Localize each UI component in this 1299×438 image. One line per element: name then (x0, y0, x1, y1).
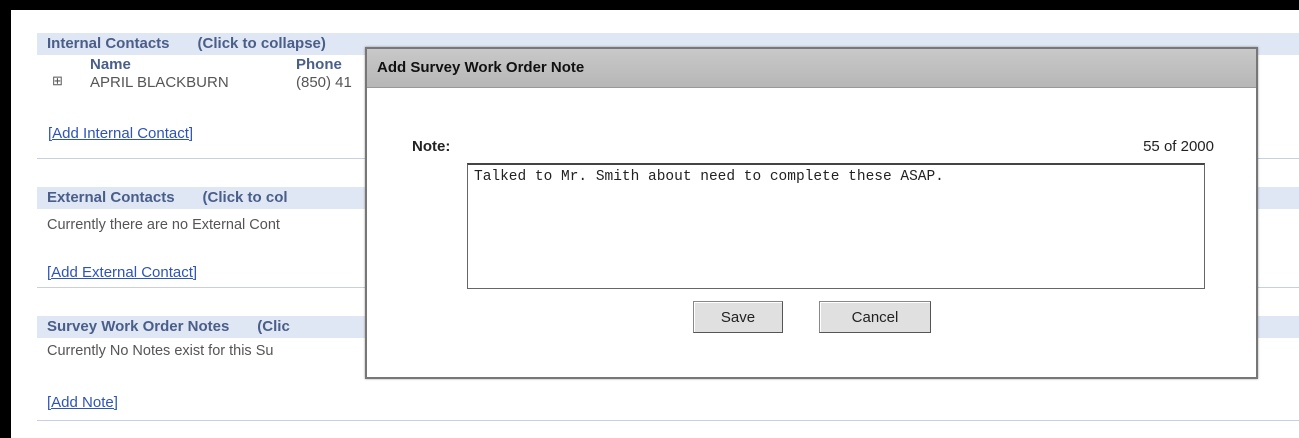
add-note-link[interactable]: [Add Note] (47, 394, 118, 411)
dialog-title: Add Survey Work Order Note (367, 49, 1256, 88)
character-counter: 55 of 2000 (1143, 138, 1214, 155)
column-name-header: Name (90, 56, 131, 73)
internal-contacts-title: Internal Contacts (47, 35, 170, 52)
notes-title: Survey Work Order Notes (47, 318, 230, 335)
collapse-toggle[interactable]: (Click to col (203, 189, 288, 206)
note-textarea[interactable]: Talked to Mr. Smith about need to comple… (467, 163, 1205, 289)
external-contacts-empty-text: Currently there are no External Cont (47, 217, 280, 233)
add-external-contact-link[interactable]: [Add External Contact] (47, 264, 197, 281)
expand-icon[interactable]: ⊞ (52, 73, 63, 89)
add-internal-contact-link[interactable]: [Add Internal Contact] (48, 125, 193, 142)
notes-empty-text: Currently No Notes exist for this Su (47, 343, 274, 359)
cancel-button[interactable]: Cancel (819, 301, 931, 333)
add-note-dialog: Add Survey Work Order Note Note: 55 of 2… (365, 47, 1258, 379)
save-button[interactable]: Save (693, 301, 783, 333)
contact-name: APRIL BLACKBURN (90, 74, 229, 91)
note-label: Note: (412, 138, 451, 155)
contact-phone: (850) 41 (296, 74, 352, 91)
external-contacts-title: External Contacts (47, 189, 175, 206)
column-phone-header: Phone (296, 56, 342, 73)
collapse-toggle[interactable]: (Click to collapse) (198, 35, 326, 52)
collapse-toggle[interactable]: (Clic (257, 318, 290, 335)
